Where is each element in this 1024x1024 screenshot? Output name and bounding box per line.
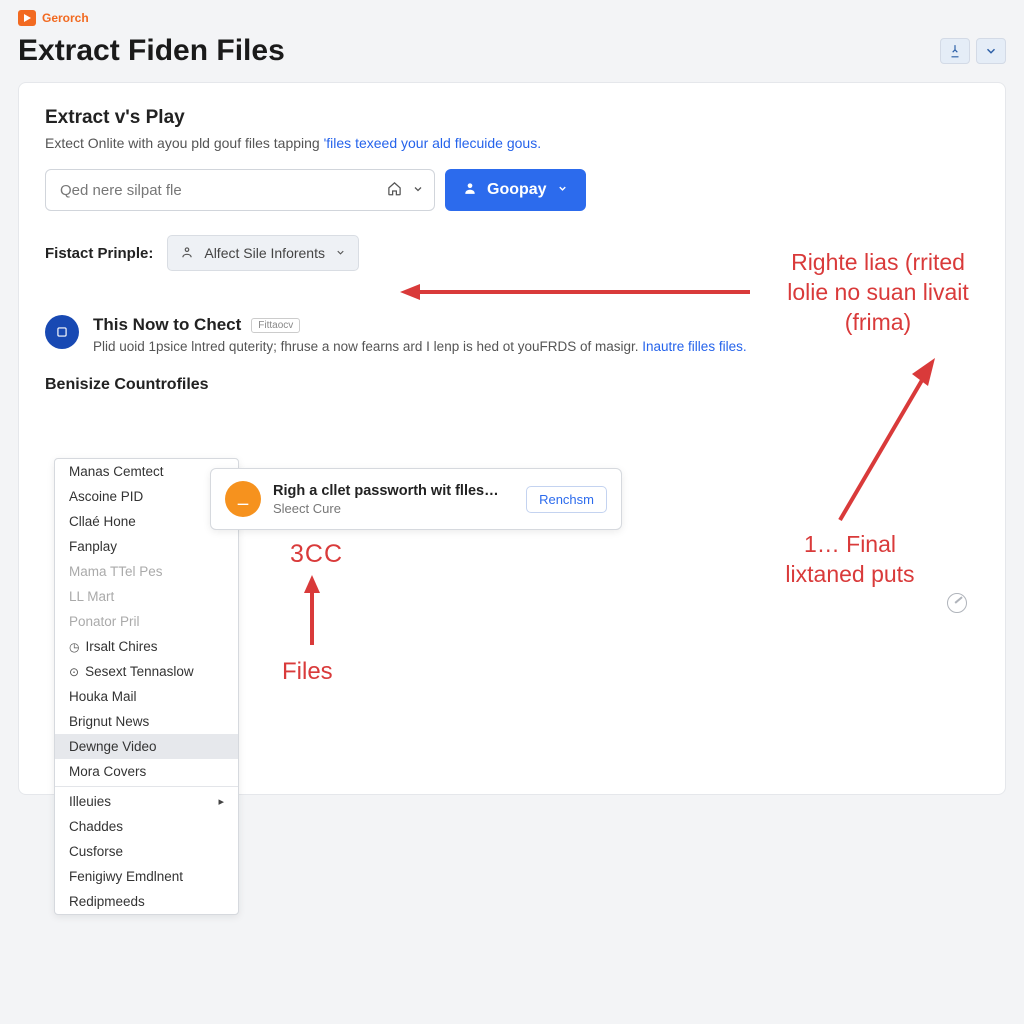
- info-badge-icon: [45, 315, 79, 349]
- compass-icon: [947, 593, 967, 613]
- dropdown-item[interactable]: Illeuies: [55, 789, 238, 814]
- info-tag: Fittaocv: [251, 318, 300, 333]
- person-icon: [463, 181, 477, 200]
- principle-value: Alfect Sile Inforents: [204, 245, 325, 261]
- search-input[interactable]: Qed nere silpat fle: [45, 169, 435, 211]
- brand-label: Gerorch: [42, 11, 89, 25]
- dropdown-item[interactable]: Fenigiwy Emdlnent: [55, 864, 238, 889]
- annotation-arrow-1: [400, 280, 760, 310]
- chevron-down-icon: [557, 183, 568, 197]
- dropdown-item[interactable]: Brignut News: [55, 709, 238, 734]
- download-icon: [225, 481, 261, 517]
- popup-title: Righ a cllet passworth wit flles…: [273, 483, 514, 499]
- popup-sub: Sleect Cure: [273, 501, 514, 516]
- goopay-label: Goopay: [487, 181, 547, 199]
- home-icon: [387, 181, 402, 200]
- principle-label: Fistact Prinple:: [45, 245, 153, 262]
- goopay-button[interactable]: Goopay: [445, 169, 586, 211]
- dropdown-item[interactable]: Mora Covers: [55, 759, 238, 784]
- dropdown-item[interactable]: Chaddes: [55, 814, 238, 839]
- dropdown-item[interactable]: Redipmeeds: [55, 889, 238, 914]
- chevron-down-icon: [412, 182, 424, 199]
- info-desc-link[interactable]: Inautre filles files.: [642, 339, 746, 354]
- dropdown-item[interactable]: Dewnge Video: [55, 734, 238, 759]
- dropdown-item[interactable]: Houka Mail: [55, 684, 238, 709]
- section-subtitle: Extect Onlite with ayou pld gouf files t…: [45, 135, 979, 151]
- brand-icon: [18, 10, 36, 26]
- dropdown-item[interactable]: LL Mart: [55, 584, 238, 609]
- annotation-arrow-3: [300, 575, 330, 655]
- annotation-3cc: 3CC: [290, 540, 343, 569]
- section-title: Extract v's Play: [45, 107, 979, 129]
- dropdown-item[interactable]: Fanplay: [55, 534, 238, 559]
- page-title: Extract Fiden Files: [18, 34, 285, 68]
- pin-button[interactable]: [940, 38, 970, 64]
- dropdown-item[interactable]: Sesext Tennaslow: [55, 659, 238, 684]
- principle-select[interactable]: Alfect Sile Inforents: [167, 235, 359, 271]
- subtitle-link[interactable]: 'files texeed your ald flecuide gous.: [324, 135, 541, 151]
- popup-button[interactable]: Renchsm: [526, 486, 607, 513]
- password-popup: Righ a cllet passworth wit flles… Sleect…: [210, 468, 622, 530]
- search-placeholder: Qed nere silpat fle: [60, 182, 182, 199]
- person-outline-icon: [180, 245, 194, 262]
- dropdown-item[interactable]: Ponator Pril: [55, 609, 238, 634]
- dropdown-item[interactable]: Cusforse: [55, 839, 238, 864]
- expand-button[interactable]: [976, 38, 1006, 64]
- info-title: This Now to Chect: [93, 315, 241, 335]
- info-desc: Plid uoid 1psice lntred quterity; fhruse…: [93, 339, 747, 354]
- dropdown-item[interactable]: Irsalt Chires: [55, 634, 238, 659]
- annotation-files: Files: [282, 658, 333, 686]
- chevron-down-icon: [335, 245, 346, 261]
- annotation-righte: Righte lias (rrited lolie no suan livait…: [748, 248, 1008, 338]
- annotation-final: 1… Final lixtaned puts: [740, 530, 960, 590]
- dropdown-item[interactable]: Mama TTel Pes: [55, 559, 238, 584]
- annotation-arrow-2: [820, 350, 960, 530]
